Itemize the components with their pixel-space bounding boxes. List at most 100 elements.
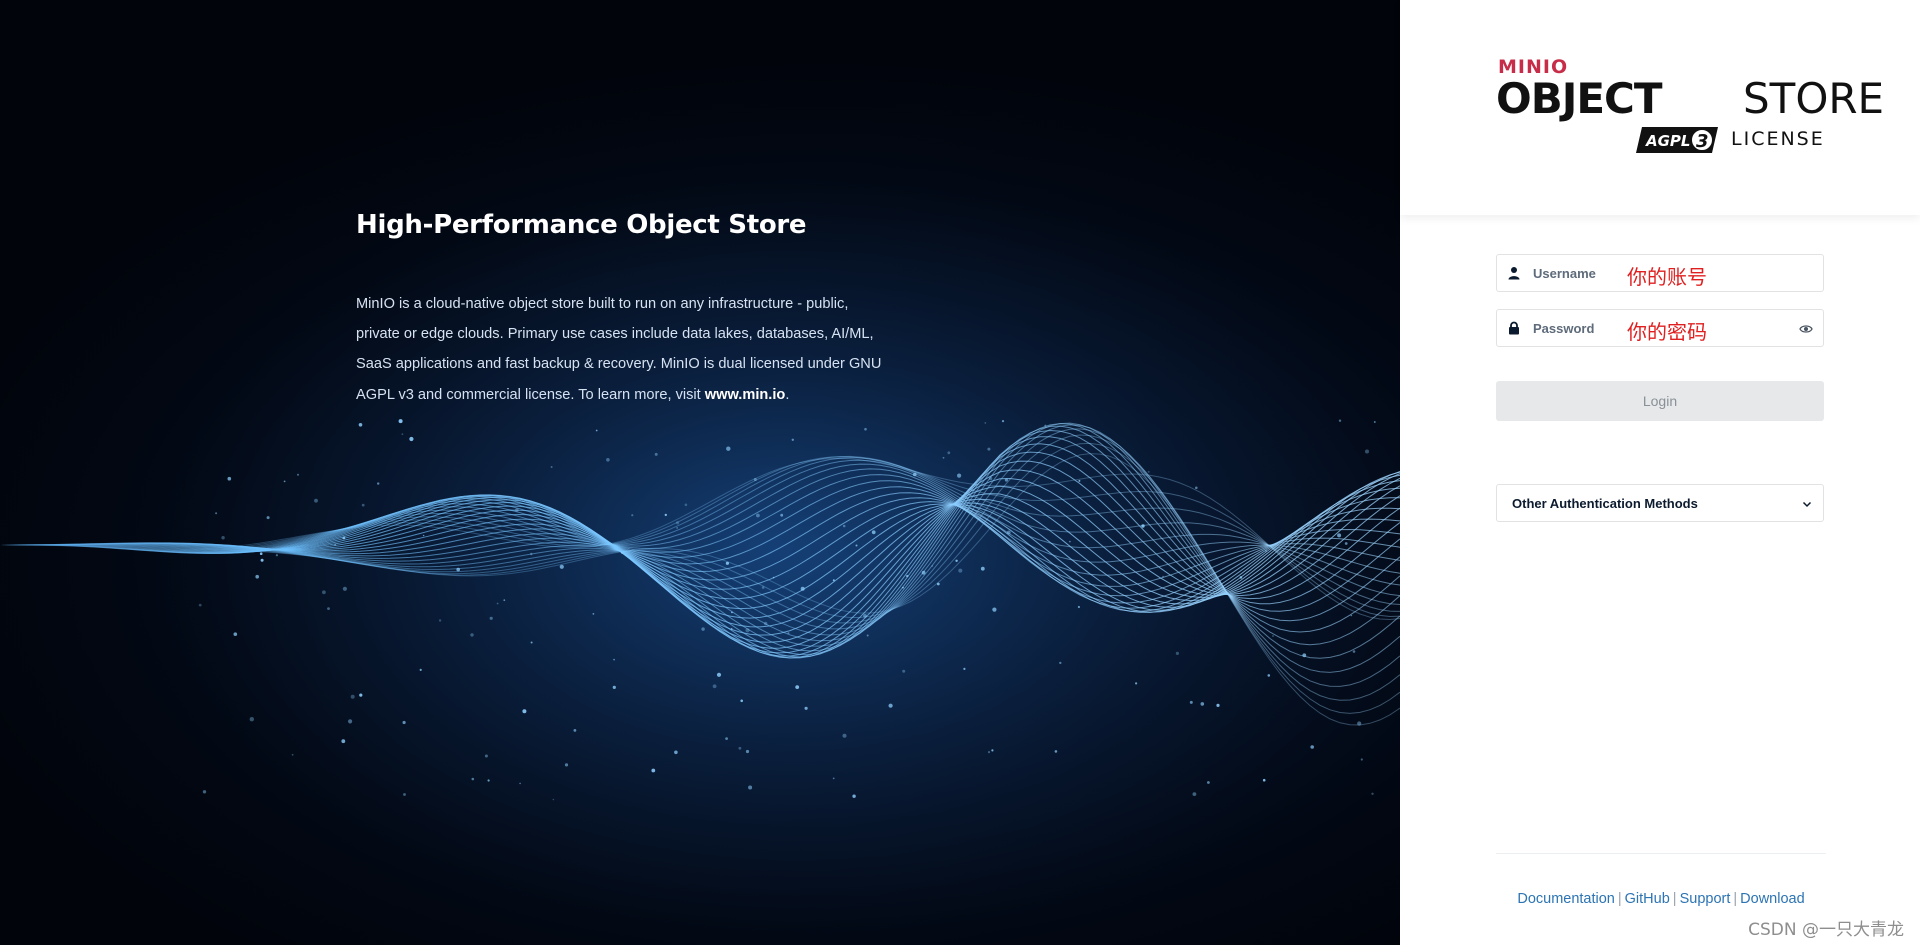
wave-particle	[1338, 419, 1342, 422]
wave-particle	[902, 669, 906, 673]
wave-particle	[958, 568, 963, 573]
wave-particle	[515, 508, 519, 512]
download-link[interactable]: Download	[1740, 891, 1805, 907]
logo-header: MINIO OBJECT STORE AGPL 3 LICENSE	[1400, 0, 1920, 215]
wave-particle	[842, 524, 846, 528]
wave-particle	[988, 476, 993, 481]
wave-particle	[676, 527, 678, 529]
eye-icon[interactable]	[1799, 322, 1813, 336]
wave-particle	[740, 699, 743, 703]
wave-particle	[1200, 702, 1205, 706]
wave-particle	[1207, 781, 1210, 784]
wave-particle	[592, 613, 595, 615]
footer-links: Documentation | GitHub | Support | Download	[1496, 891, 1826, 907]
wave-particle	[613, 658, 615, 661]
login-button[interactable]: Login	[1496, 381, 1824, 421]
wave-particle	[322, 590, 326, 595]
wave-particle	[342, 536, 346, 540]
wave-particle	[753, 478, 757, 481]
footer-separator: |	[1733, 891, 1738, 907]
wave-particle	[438, 619, 442, 622]
wave-particle	[1310, 745, 1314, 749]
support-link[interactable]: Support	[1680, 891, 1731, 907]
wave-particle	[902, 586, 904, 589]
wave-particle	[991, 749, 994, 752]
wave-particle	[701, 627, 705, 631]
wave-particle	[1262, 778, 1266, 782]
hero-title: High-Performance Object Store	[356, 210, 807, 240]
wave-particle	[947, 451, 951, 455]
wave-particle	[255, 574, 259, 579]
wave-particle	[1357, 721, 1362, 726]
minio-website-link[interactable]: www.min.io	[705, 387, 786, 403]
agpl-badge-icon: AGPL 3	[1636, 127, 1718, 153]
password-field[interactable]: Password 你的密码	[1496, 309, 1824, 347]
wave-particle	[764, 621, 768, 626]
wave-particle	[1267, 674, 1271, 677]
wave-particle	[1337, 533, 1342, 538]
wave-particle	[651, 768, 656, 773]
wave-particle	[249, 717, 254, 722]
other-auth-dropdown[interactable]: Other Authentication Methods	[1496, 484, 1824, 522]
wave-particle	[748, 785, 753, 790]
wave-particle	[1365, 449, 1369, 454]
wave-particle	[401, 433, 404, 436]
username-field[interactable]: Username 你的账号	[1496, 254, 1824, 292]
wave-particle	[550, 466, 553, 468]
wave-particle	[772, 576, 775, 579]
wave-particle	[804, 706, 808, 710]
wave-particle	[358, 423, 363, 427]
wave-particle	[503, 599, 506, 602]
footer-separator: |	[1617, 891, 1622, 907]
wave-particle	[1352, 650, 1356, 653]
username-value: 你的账号	[1627, 265, 1707, 289]
wave-particle	[676, 521, 680, 525]
wave-particle	[931, 565, 934, 567]
wave-particle	[227, 476, 232, 481]
wave-particle	[942, 456, 945, 459]
wave-particle	[559, 564, 564, 569]
wave-particle	[1162, 575, 1164, 578]
wave-particle	[654, 452, 658, 456]
wave-particle	[984, 422, 987, 424]
wave-particle	[530, 552, 533, 556]
wave-particle	[1239, 576, 1243, 579]
wave-particle	[221, 536, 225, 540]
wave-particle	[906, 574, 909, 578]
product-name-bold: OBJECT	[1496, 74, 1663, 123]
wave-particle	[921, 570, 926, 575]
wave-particle	[738, 746, 742, 750]
documentation-link[interactable]: Documentation	[1517, 891, 1615, 907]
password-value: 你的密码	[1627, 320, 1707, 344]
wave-particle	[1001, 420, 1005, 423]
password-placeholder: Password	[1533, 321, 1595, 336]
chevron-down-icon	[1802, 501, 1812, 508]
wave-particle	[215, 512, 218, 515]
wave-particle	[1175, 651, 1179, 656]
wave-particle	[471, 777, 475, 781]
wave-particle	[756, 513, 760, 518]
wave-particle	[791, 438, 794, 441]
wave-background-image	[0, 0, 1400, 945]
wave-particle	[202, 790, 207, 794]
wave-particle	[992, 607, 997, 612]
hero-description: MinIO is a cloud-native object store bui…	[356, 289, 896, 410]
wave-particle	[522, 709, 527, 714]
wave-particle	[612, 685, 616, 690]
wave-particle	[855, 544, 858, 547]
wave-particle	[913, 472, 917, 477]
wave-particle	[419, 668, 422, 672]
wave-particle	[1192, 792, 1197, 796]
wave-particle	[1054, 750, 1058, 753]
wave-particle	[1302, 653, 1307, 658]
wave-particle	[327, 607, 330, 610]
wave-particle	[631, 514, 634, 517]
wave-particle	[726, 446, 731, 451]
wave-particle	[1371, 792, 1374, 795]
wave-particle	[341, 739, 346, 744]
wave-particle	[470, 633, 474, 637]
github-link[interactable]: GitHub	[1625, 891, 1670, 907]
product-name-light: STORE	[1743, 74, 1885, 123]
wave-particle	[403, 793, 406, 796]
wave-particle	[1344, 542, 1348, 545]
